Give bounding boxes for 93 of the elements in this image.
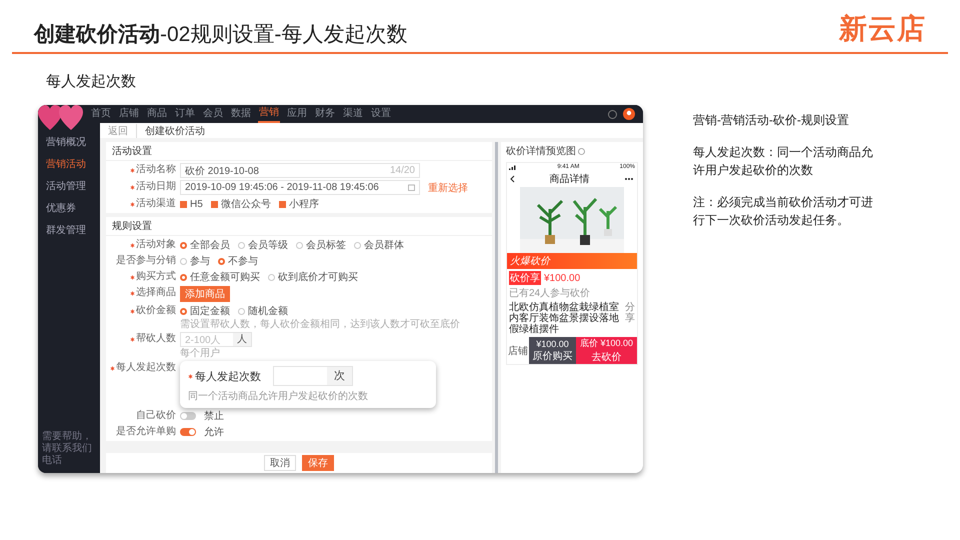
field-label: 活动对象 xyxy=(136,238,176,252)
unit-label: 人 xyxy=(233,333,251,346)
checkbox-option[interactable]: 微信公众号 xyxy=(210,197,271,211)
bargain-button[interactable]: 底价 ¥100.00 去砍价 xyxy=(576,337,637,364)
field-label: 帮砍人数 xyxy=(136,332,176,346)
preview-title: 砍价详情预览图 xyxy=(506,144,576,158)
radio-option[interactable]: 会员群体 xyxy=(354,238,404,252)
nav-tab[interactable]: 渠道 xyxy=(342,105,364,123)
date-range-field[interactable]: 2019-10-09 19:45:06 - 2019-11-08 19:45:06 xyxy=(180,180,420,195)
back-icon xyxy=(510,175,515,183)
cancel-button[interactable]: 取消 xyxy=(264,455,296,471)
more-icon xyxy=(624,177,634,181)
note-text: 每人发起次数：同一个活动商品允许用户发起砍价的次数 xyxy=(693,144,873,179)
nav-tab[interactable]: 首页 xyxy=(90,105,112,123)
field-label: 活动渠道 xyxy=(136,197,176,211)
radio-option[interactable]: 参与 xyxy=(180,254,210,268)
shop-button[interactable]: 店铺 xyxy=(507,337,529,364)
buy-button[interactable]: ¥100.00 原价购买 xyxy=(529,337,576,364)
buy-price: ¥100.00 xyxy=(536,338,569,348)
field-label: 自己砍价 xyxy=(136,409,176,423)
field-label: 活动名称 xyxy=(136,163,176,177)
field-value: 2019-10-09 19:45:06 - 2019-11-08 19:45:06 xyxy=(185,182,379,193)
toggle-label: 允许 xyxy=(204,426,224,439)
bargain-price: 底价 ¥100.00 xyxy=(580,337,633,350)
checkbox-option[interactable]: H5 xyxy=(180,198,203,210)
field-label: 购买方式 xyxy=(136,270,176,284)
toggle-label: 禁止 xyxy=(204,410,224,423)
share-button[interactable]: 分享 xyxy=(625,302,635,335)
sidebar-item[interactable]: 营销活动 xyxy=(38,155,100,173)
radio-option[interactable]: 会员等级 xyxy=(238,238,288,252)
buy-label: 原价购买 xyxy=(532,350,572,362)
number-field[interactable]: 次 xyxy=(273,366,353,386)
sidebar-item[interactable]: 活动管理 xyxy=(38,177,100,195)
nav-tab[interactable]: 订单 xyxy=(174,105,196,123)
nav-tab[interactable]: 数据 xyxy=(230,105,252,123)
note-text: 营销-营销活动-砍价-规则设置 xyxy=(693,112,850,129)
nav-tab[interactable]: 设置 xyxy=(370,105,392,123)
nav-tab[interactable]: 应用 xyxy=(286,105,308,123)
field-label: 每人发起次数 xyxy=(195,370,261,384)
product-price: ¥100.00 xyxy=(544,272,580,284)
hearts-drawing xyxy=(38,105,84,131)
info-icon xyxy=(608,110,617,118)
nav-tab[interactable]: 商品 xyxy=(146,105,168,123)
price-tag: 砍价享 xyxy=(509,271,541,285)
avatar-icon xyxy=(623,108,635,120)
info-icon xyxy=(578,148,585,154)
logo-text: 新云店 xyxy=(839,12,926,46)
toggle-switch[interactable] xyxy=(180,412,196,420)
signal-icon xyxy=(509,164,517,170)
toggle-switch[interactable] xyxy=(180,428,196,436)
radio-option[interactable]: 任意金额可购买 xyxy=(180,270,260,284)
participants-count: 已有24人参与砍价 xyxy=(509,286,590,300)
radio-option[interactable]: 会员标签 xyxy=(296,238,346,252)
slide-subtitle: 每人发起次数 xyxy=(46,72,137,91)
calendar-icon xyxy=(408,184,415,191)
nav-tab[interactable]: 会员 xyxy=(202,105,224,123)
screen-title: 商品详情 xyxy=(550,172,590,186)
char-counter: 14/20 xyxy=(390,165,415,176)
nav-tab[interactable]: 店铺 xyxy=(118,105,140,123)
radio-option[interactable]: 随机金额 xyxy=(238,304,288,318)
field-label: 是否参与分销 xyxy=(116,254,176,268)
field-label: 是否允许单购 xyxy=(116,425,176,439)
field-label: 选择商品 xyxy=(136,286,176,300)
product-title: 北欧仿真植物盆栽绿植室内客厅装饰盆景摆设落地假绿植摆件 xyxy=(509,302,620,335)
field-placeholder: 2-100人 xyxy=(185,334,221,346)
radio-option[interactable]: 砍到底价才可购买 xyxy=(268,270,358,284)
bargain-label: 去砍价 xyxy=(591,350,622,364)
nav-tab[interactable]: 财务 xyxy=(314,105,336,123)
field-value: 砍价 2019-10-08 xyxy=(185,164,259,178)
section-title: 活动设置 xyxy=(106,142,492,161)
section-title: 规则设置 xyxy=(106,217,492,236)
promo-banner: 火爆砍价 xyxy=(507,253,637,269)
help-text: 需要帮助，请联系我们电话 xyxy=(41,431,93,467)
field-label: 砍价金额 xyxy=(136,304,176,318)
page-title: 创建砍价活动 xyxy=(136,124,205,138)
sidebar-item[interactable]: 群发管理 xyxy=(38,221,100,239)
radio-option[interactable]: 不参与 xyxy=(218,254,258,268)
slide-title: 创建砍价活动-02规则设置-每人发起次数 xyxy=(34,22,408,48)
number-field[interactable]: 2-100人 人 xyxy=(180,332,252,347)
field-label: 活动日期 xyxy=(136,180,176,194)
radio-option[interactable]: 全部会员 xyxy=(180,238,230,252)
checkbox-option[interactable]: 小程序 xyxy=(278,197,319,211)
radio-option[interactable]: 固定金额 xyxy=(180,304,230,318)
field-hint: 同一个活动商品允许用户发起砍价的次数 xyxy=(188,390,369,403)
field-hint: 需设置帮砍人数，每人砍价金额相同，达到该人数才可砍至底价 xyxy=(180,319,460,330)
note-text: 注：必须完成当前砍价活动才可进行下一次砍价活动发起任务。 xyxy=(693,194,873,229)
field-label: 每人发起次数 xyxy=(116,361,176,375)
unit-label: 次 xyxy=(327,367,352,385)
sidebar-item[interactable]: 优惠券 xyxy=(38,199,100,217)
scrollbar[interactable] xyxy=(495,142,498,473)
text-field[interactable]: 砍价 2019-10-08 14/20 xyxy=(180,163,420,178)
field-hint: 每个用户 xyxy=(180,348,221,359)
sidebar-item[interactable]: 营销概况 xyxy=(38,133,100,151)
